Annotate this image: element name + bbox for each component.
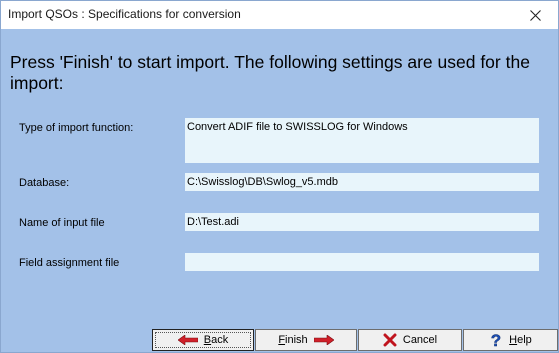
finish-label: Finish — [278, 334, 308, 346]
field-assignment-field — [185, 253, 539, 271]
cancel-button[interactable]: Cancel — [358, 329, 462, 351]
finish-button[interactable]: Finish — [255, 329, 357, 351]
database-field: C:\Swisslog\DB\Swlog_v5.mdb — [185, 173, 539, 191]
x-icon — [383, 333, 397, 347]
button-bar: Back Finish Cancel ? Help — [1, 325, 558, 352]
help-button[interactable]: ? Help — [463, 329, 558, 351]
help-label: Help — [509, 334, 532, 346]
dialog-content: Press 'Finish' to start import. The foll… — [1, 29, 558, 325]
import-dialog: Import QSOs : Specifications for convers… — [0, 0, 559, 353]
close-icon — [529, 9, 541, 21]
import-function-field: Convert ADIF file to SWISSLOG for Window… — [185, 118, 539, 163]
window-title: Import QSOs : Specifications for convers… — [8, 7, 241, 21]
svg-text:?: ? — [491, 332, 501, 348]
input-file-field: D:\Test.adi — [185, 213, 539, 231]
field-assignment-label: Field assignment file — [19, 257, 120, 269]
database-label: Database: — [19, 177, 70, 189]
instruction-heading: Press 'Finish' to start import. The foll… — [10, 52, 530, 93]
cancel-label: Cancel — [402, 334, 438, 346]
title-bar: Import QSOs : Specifications for convers… — [1, 1, 558, 29]
back-label: Back — [203, 334, 229, 346]
close-button[interactable] — [512, 1, 558, 29]
arrow-right-icon — [313, 335, 334, 345]
back-button[interactable]: Back — [152, 329, 254, 351]
input-file-label: Name of input file — [19, 217, 105, 229]
import-function-label: Type of import function: — [19, 122, 134, 134]
arrow-left-icon — [177, 335, 198, 345]
question-icon: ? — [489, 332, 503, 348]
